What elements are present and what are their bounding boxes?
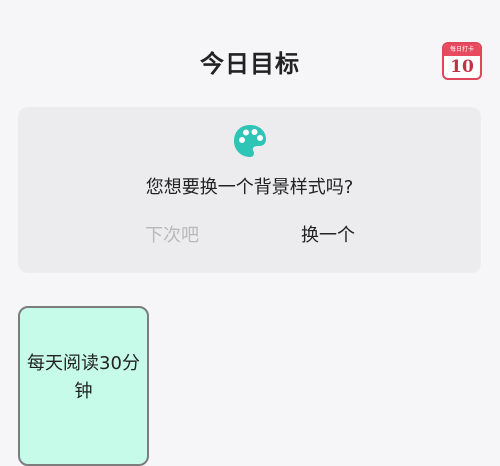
background-style-prompt: 您想要换一个背景样式吗? 下次吧 换一个 xyxy=(18,107,481,273)
prompt-question: 您想要换一个背景样式吗? xyxy=(145,177,354,198)
palette-icon xyxy=(234,125,266,157)
goal-card[interactable]: 每天阅读30分钟 xyxy=(18,306,149,466)
change-background-button[interactable]: 换一个 xyxy=(278,221,378,251)
calendar-day: 10 xyxy=(450,57,474,77)
header: 今日目标 每日打卡 10 xyxy=(0,0,500,120)
goal-text: 每天阅读30分钟 xyxy=(27,353,140,402)
calendar-month-label: 每日打卡 xyxy=(444,44,480,56)
later-button[interactable]: 下次吧 xyxy=(122,221,222,251)
page-title: 今日目标 xyxy=(200,50,300,78)
calendar-icon[interactable]: 每日打卡 10 xyxy=(442,42,482,80)
